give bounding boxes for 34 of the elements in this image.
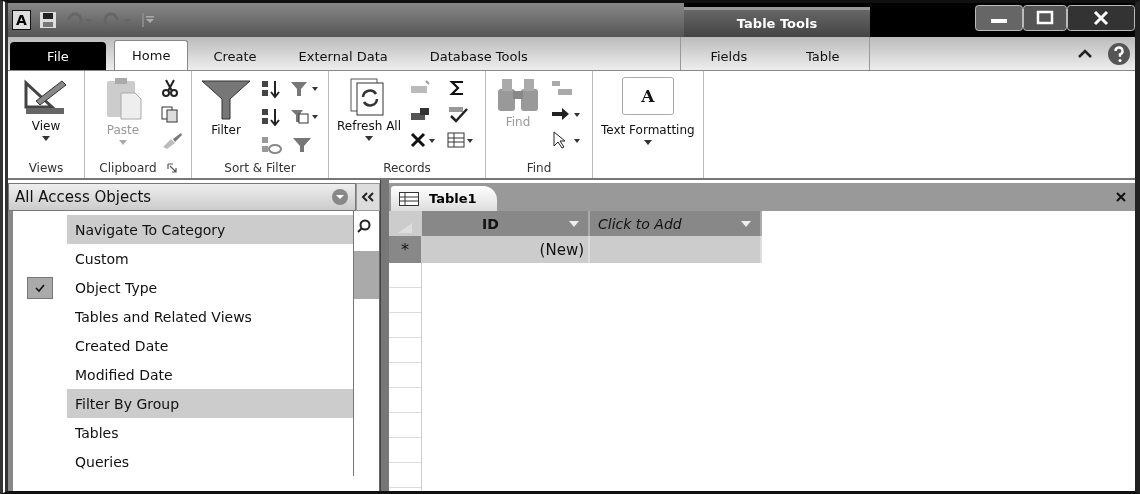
ribbon-tab[interactable]: File xyxy=(10,42,106,70)
menu-item[interactable]: Created Date xyxy=(67,331,353,360)
menu-section-header: Navigate To Category xyxy=(67,215,353,244)
table-cell[interactable]: (New) xyxy=(422,236,590,263)
menu-item[interactable]: Object Type xyxy=(67,273,353,302)
contextual-tab-header: Table Tools xyxy=(684,7,870,37)
menu-item[interactable]: Modified Date xyxy=(67,360,353,389)
ribbon-button[interactable]: Filter xyxy=(200,77,252,138)
font-icon: A xyxy=(621,77,674,115)
menu-section-header: Filter By Group xyxy=(67,389,353,418)
document-tab[interactable]: Table1 xyxy=(391,186,497,211)
ribbon-button[interactable]: Refresh All xyxy=(337,77,401,141)
ribbon-button[interactable]: A Text Formatting xyxy=(601,77,695,145)
menu-item[interactable]: Custom xyxy=(67,244,353,273)
app-logo: A xyxy=(12,10,31,30)
group-label: Sort & Filter xyxy=(224,161,296,175)
ribbon-tab[interactable]: External Data xyxy=(281,42,405,70)
group-label: Clipboard xyxy=(99,161,157,175)
ribbon-tab[interactable]: Create xyxy=(196,42,274,70)
ribbon-tab[interactable]: Fields xyxy=(693,42,765,70)
group-label: Records xyxy=(383,161,431,175)
ribbon-tab[interactable]: Table xyxy=(788,42,857,70)
menu-item[interactable]: Tables and Related Views xyxy=(67,302,353,331)
menu-item[interactable]: Queries xyxy=(67,447,353,476)
ribbon-tab[interactable]: Home xyxy=(114,40,189,70)
column-header[interactable]: ID xyxy=(422,211,590,236)
row-selector[interactable]: * xyxy=(389,236,421,263)
column-header[interactable]: Click to Add xyxy=(590,211,762,236)
group-label: Find xyxy=(526,161,552,175)
navigation-pane-header[interactable]: All Access Objects xyxy=(8,183,356,211)
ribbon-button[interactable]: View xyxy=(16,77,76,141)
group-label: Views xyxy=(28,161,64,175)
menu-item[interactable]: Tables xyxy=(67,418,353,447)
ribbon-tab[interactable]: Database Tools xyxy=(412,42,545,70)
